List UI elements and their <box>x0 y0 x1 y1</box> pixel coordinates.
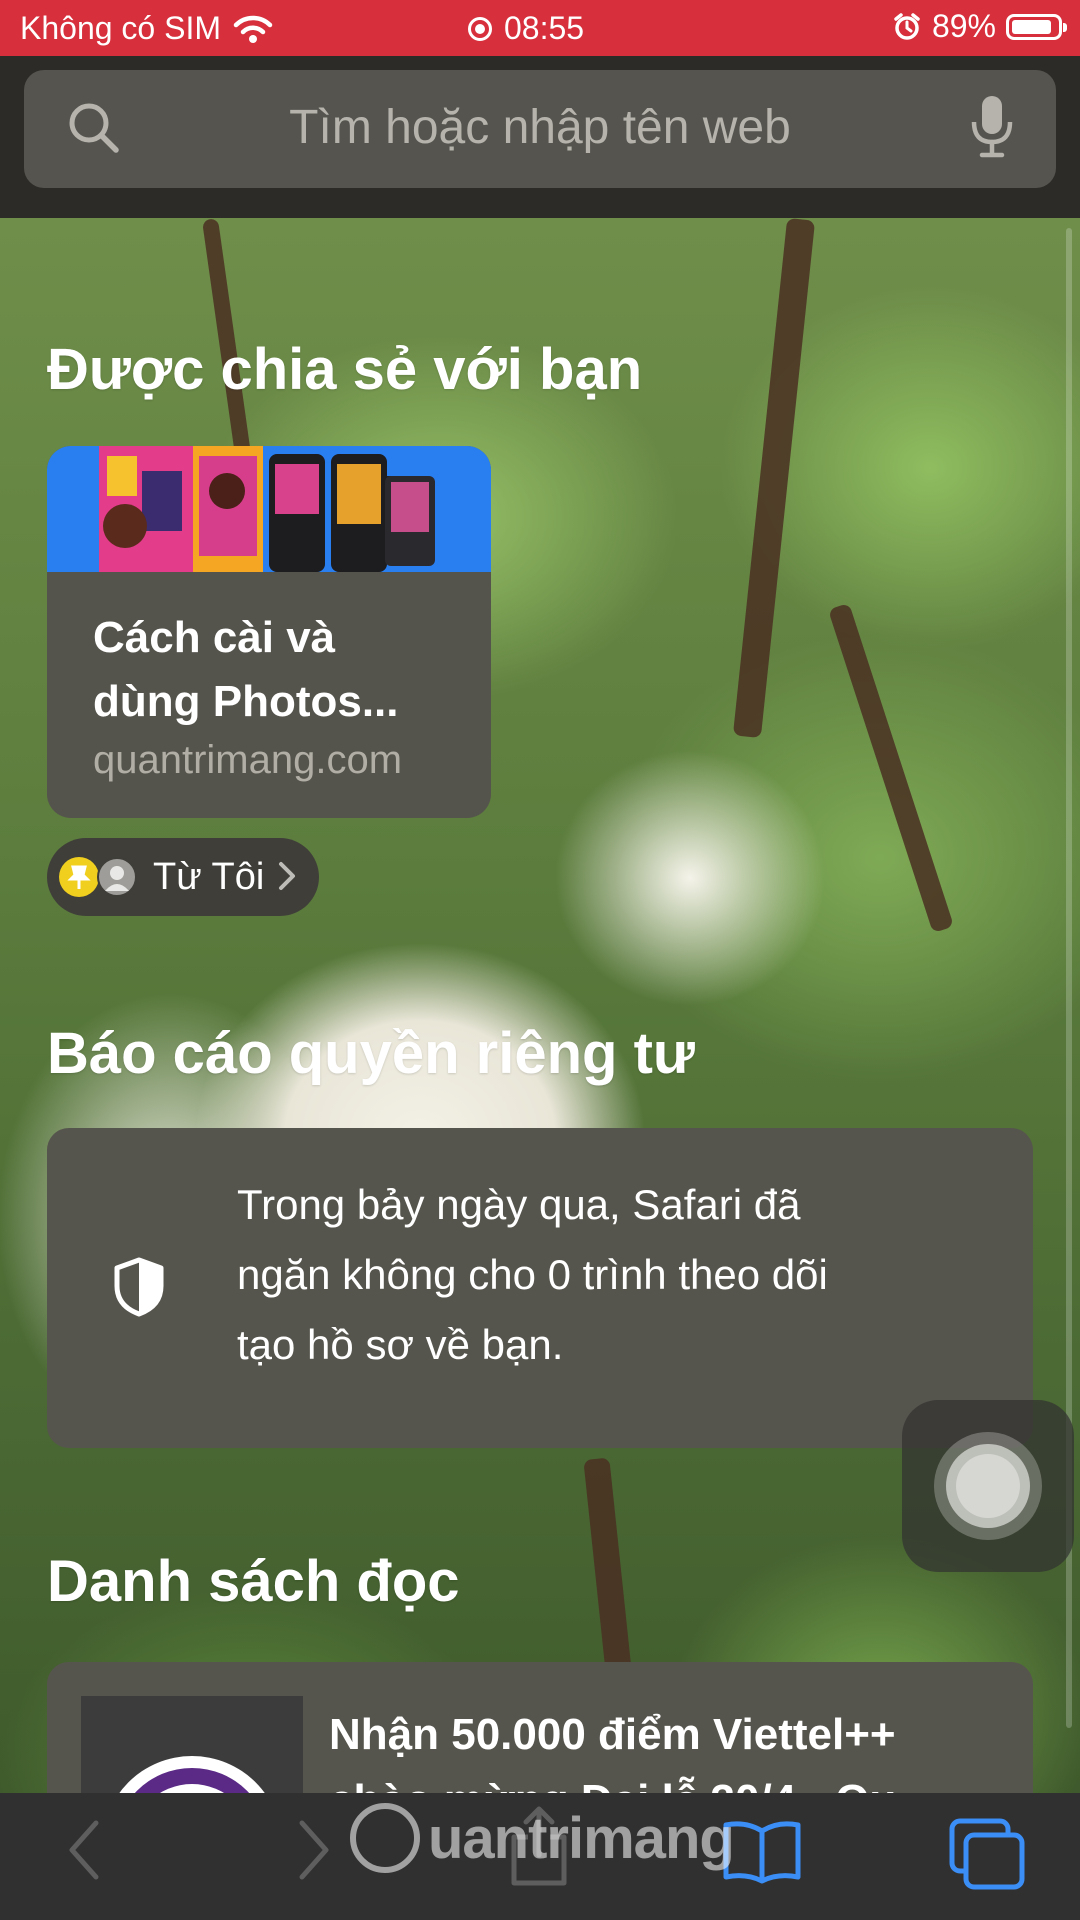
status-bar: Không có SIM 08:55 89% <box>0 0 1080 56</box>
microphone-icon[interactable] <box>970 92 1014 162</box>
alarm-icon <box>894 12 920 40</box>
shield-icon <box>114 1257 164 1317</box>
battery-icon <box>1006 13 1067 40</box>
shared-link-title: Cách cài và dùng Photos... <box>93 613 399 726</box>
privacy-report-heading: Báo cáo quyền riêng tư <box>47 1021 695 1086</box>
forward-icon[interactable] <box>290 1815 336 1885</box>
shared-from-label: Từ Tôi <box>153 856 265 898</box>
search-placeholder: Tìm hoặc nhập tên web <box>289 101 791 154</box>
assistive-touch-button[interactable] <box>902 1400 1074 1572</box>
battery-percent: 89% <box>931 8 996 44</box>
wifi-icon <box>233 15 273 43</box>
shared-link-thumbnail <box>47 446 491 572</box>
pin-avatar-icon <box>59 857 99 897</box>
back-icon[interactable] <box>62 1815 108 1885</box>
contact-avatar-icon <box>97 857 137 897</box>
shared-link-domain: quantrimang.com <box>93 738 403 782</box>
watermark: uantrimang <box>350 1798 735 1878</box>
status-time: 08:55 <box>504 10 585 46</box>
carrier-label: Không có SIM <box>20 10 221 46</box>
search-input[interactable]: Tìm hoặc nhập tên web <box>24 70 1056 188</box>
shared-with-you-heading: Được chia sẻ với bạn <box>47 337 643 402</box>
watermark-logo-icon <box>350 1803 420 1873</box>
shared-from-button[interactable]: Từ Tôi <box>47 838 319 916</box>
watermark-text: uantrimang <box>428 1805 735 1871</box>
address-bar-area: Tìm hoặc nhập tên web <box>0 56 1080 218</box>
screen-record-icon <box>468 16 492 41</box>
privacy-report-text: Trong bảy ngày qua, Safari đã ngăn không… <box>237 1181 828 1368</box>
shared-link-card[interactable]: Cách cài và dùng Photos... quantrimang.c… <box>47 446 491 818</box>
privacy-report-card[interactable]: Trong bảy ngày qua, Safari đã ngăn không… <box>47 1128 1033 1448</box>
chevron-right-icon <box>279 862 295 890</box>
reading-list-heading: Danh sách đọc <box>47 1549 460 1614</box>
tabs-icon[interactable] <box>948 1817 1026 1891</box>
